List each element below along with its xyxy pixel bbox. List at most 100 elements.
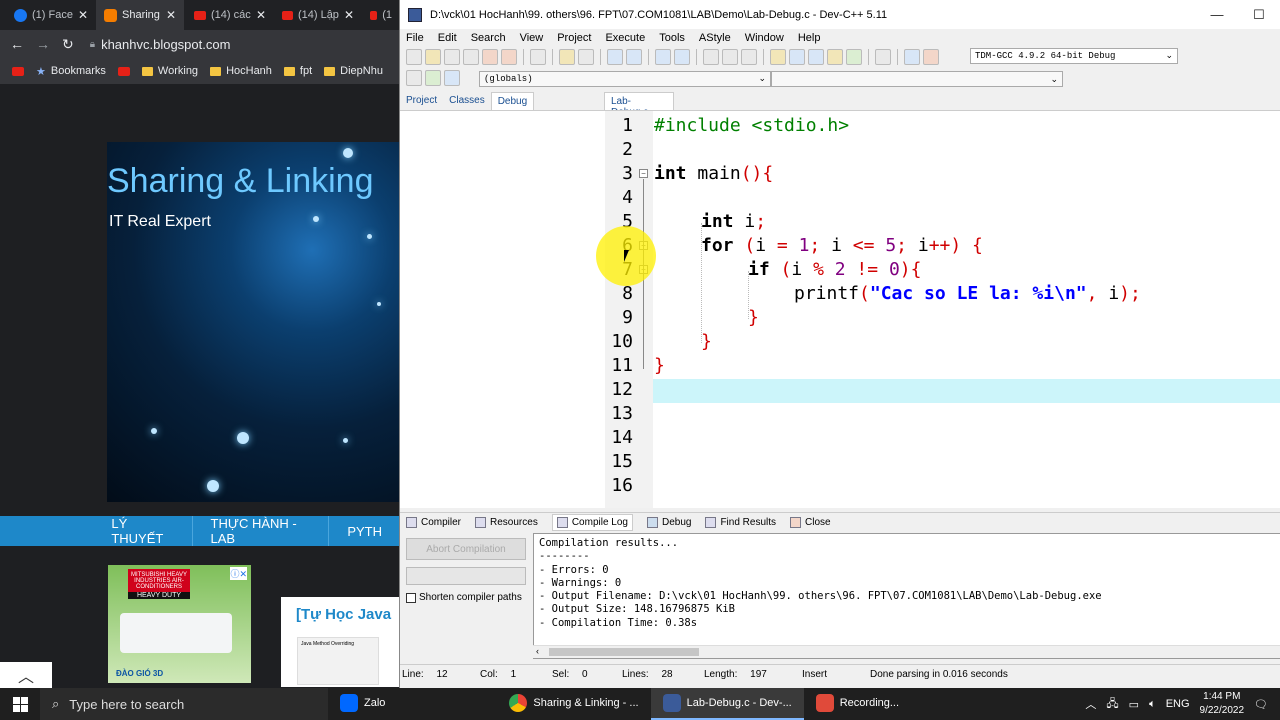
menu-project[interactable]: Project bbox=[557, 32, 591, 44]
scrollbar-thumb[interactable] bbox=[549, 648, 699, 656]
menu-help[interactable]: Help bbox=[798, 32, 821, 44]
insert-icon[interactable] bbox=[406, 70, 422, 86]
network-icon[interactable]: 🖧︎ bbox=[1106, 695, 1118, 714]
goto-line-icon[interactable] bbox=[655, 49, 671, 65]
battery-icon[interactable]: ▭ bbox=[1129, 698, 1139, 711]
browser-tab-facebook[interactable]: (1) Face ✕ bbox=[6, 0, 96, 30]
project-new-icon[interactable] bbox=[703, 49, 719, 65]
ad-close-icon[interactable]: ⓘ✕ bbox=[230, 567, 247, 580]
browser-tab-youtube-3[interactable]: (1 bbox=[362, 0, 400, 30]
new-file-icon[interactable] bbox=[406, 49, 422, 65]
reload-icon[interactable]: ↻ bbox=[62, 36, 74, 53]
language-indicator[interactable]: ENG bbox=[1166, 698, 1190, 710]
compile-icon[interactable] bbox=[770, 49, 786, 65]
nav-ly-thuyet[interactable]: LÝ THUYẾT bbox=[93, 516, 193, 546]
syntax-check-icon[interactable] bbox=[846, 49, 862, 65]
compile-run-icon[interactable] bbox=[808, 49, 824, 65]
menu-execute[interactable]: Execute bbox=[605, 32, 645, 44]
close-tab-icon[interactable]: ✕ bbox=[78, 8, 88, 22]
tab-project[interactable]: Project bbox=[400, 92, 443, 110]
menu-search[interactable]: Search bbox=[471, 32, 506, 44]
members-select[interactable]: ⌄ bbox=[771, 71, 1063, 87]
tray-chevron-up-icon[interactable]: ︿ bbox=[1085, 696, 1096, 712]
tab-close[interactable]: Close bbox=[790, 517, 831, 528]
taskbar-app-devcpp[interactable]: Lab-Debug.c - Dev-... bbox=[650, 688, 804, 720]
project-options-icon[interactable] bbox=[741, 49, 757, 65]
menu-window[interactable]: Window bbox=[745, 32, 784, 44]
start-button[interactable] bbox=[0, 688, 40, 720]
menu-tools[interactable]: Tools bbox=[659, 32, 685, 44]
scroll-left-icon[interactable]: ‹ bbox=[536, 646, 539, 656]
post-title[interactable]: [Tự Học Java bbox=[296, 606, 391, 623]
tab-debug-bottom[interactable]: Debug bbox=[646, 517, 691, 528]
taskbar-search[interactable]: ⌕ Type here to search bbox=[40, 688, 328, 720]
youtube-icon[interactable] bbox=[117, 66, 130, 76]
nav-thuc-hanh-lab[interactable]: THỰC HÀNH - LAB bbox=[193, 516, 330, 546]
tab-find-results[interactable]: Find Results bbox=[705, 517, 776, 528]
notifications-icon[interactable]: 🗨︎ bbox=[1254, 698, 1268, 711]
tab-compile-log[interactable]: Compile Log bbox=[551, 514, 633, 531]
tab-debug[interactable]: Debug bbox=[490, 92, 535, 110]
bookmark-fpt[interactable]: fpt bbox=[283, 65, 312, 77]
scroll-up-button[interactable]: ︿ bbox=[0, 662, 52, 688]
tab-compiler[interactable]: Compiler bbox=[406, 517, 461, 528]
browser-tab-youtube-1[interactable]: (14) các ✕ bbox=[186, 0, 274, 30]
debug-watch-panel[interactable] bbox=[400, 110, 605, 508]
scope-select[interactable]: (globals) ⌄ bbox=[479, 71, 771, 87]
menu-file[interactable]: File bbox=[406, 32, 424, 44]
save-all-icon[interactable] bbox=[463, 49, 479, 65]
debug-icon[interactable] bbox=[923, 49, 939, 65]
profile-icon[interactable] bbox=[904, 49, 920, 65]
log-horizontal-scrollbar[interactable]: ‹ bbox=[533, 645, 1280, 658]
volume-icon[interactable]: 🔈︎ bbox=[1149, 698, 1156, 711]
fold-toggle-icon[interactable]: − bbox=[639, 169, 648, 178]
code-editor[interactable]: 12345678910111213141516 − − − #include <… bbox=[605, 110, 1280, 508]
taskbar-app-chrome[interactable]: Sharing & Linking - ... bbox=[497, 688, 650, 720]
compiler-select[interactable]: TDM-GCC 4.9.2 64-bit Debug ⌄ bbox=[970, 48, 1178, 64]
minimize-icon[interactable]: — bbox=[1196, 7, 1238, 22]
advertisement[interactable]: MITSUBISHI HEAVY INDUSTRIES AIR-CONDITIO… bbox=[108, 565, 251, 683]
clock[interactable]: 1:44 PM 9/22/2022 bbox=[1200, 690, 1245, 718]
run-icon[interactable] bbox=[789, 49, 805, 65]
browser-tab-youtube-2[interactable]: (14) Lập ✕ bbox=[274, 0, 362, 30]
toggle-bookmark-icon[interactable] bbox=[425, 70, 441, 86]
taskbar-app-recording[interactable]: Recording... bbox=[804, 688, 911, 720]
close-tab-icon[interactable]: ✕ bbox=[256, 8, 266, 22]
close-file-icon[interactable] bbox=[482, 49, 498, 65]
menu-astyle[interactable]: AStyle bbox=[699, 32, 731, 44]
goto-bookmark-icon[interactable] bbox=[444, 70, 460, 86]
blog-title[interactable]: Sharing & Linking bbox=[107, 162, 374, 201]
nav-python[interactable]: PYTH bbox=[329, 516, 400, 546]
close-tab-icon[interactable]: ✕ bbox=[344, 8, 354, 22]
menu-view[interactable]: View bbox=[520, 32, 544, 44]
browser-tab-sharing[interactable]: Sharing ✕ bbox=[96, 0, 184, 30]
redo-icon[interactable] bbox=[578, 49, 594, 65]
close-all-icon[interactable] bbox=[501, 49, 517, 65]
maximize-icon[interactable]: ☐ bbox=[1238, 7, 1280, 23]
undo-icon[interactable] bbox=[559, 49, 575, 65]
bookmark-icon[interactable] bbox=[674, 49, 690, 65]
youtube-icon[interactable] bbox=[12, 66, 24, 76]
shorten-paths-checkbox[interactable] bbox=[406, 592, 416, 603]
bookmark-working[interactable]: Working bbox=[141, 65, 198, 77]
tab-resources[interactable]: Resources bbox=[475, 517, 538, 528]
print-icon[interactable] bbox=[530, 49, 546, 65]
menu-edit[interactable]: Edit bbox=[438, 32, 457, 44]
save-icon[interactable] bbox=[444, 49, 460, 65]
find-icon[interactable] bbox=[607, 49, 623, 65]
close-tab-icon[interactable]: ✕ bbox=[166, 8, 176, 22]
shorten-paths-option[interactable]: Shorten compiler paths bbox=[406, 592, 522, 603]
replace-icon[interactable] bbox=[626, 49, 642, 65]
bookmark-hochanh[interactable]: HocHanh bbox=[210, 65, 272, 77]
open-file-icon[interactable] bbox=[425, 49, 441, 65]
address-bar[interactable]: 🔒︎ khanhvc.blogspot.com bbox=[90, 37, 231, 52]
back-icon[interactable]: ← bbox=[10, 36, 24, 52]
project-add-icon[interactable] bbox=[722, 49, 738, 65]
taskbar-app-zalo[interactable]: Zalo bbox=[328, 688, 397, 720]
rebuild-icon[interactable] bbox=[827, 49, 843, 65]
editor-tab-lab-debug[interactable]: Lab-Debug.c bbox=[604, 92, 674, 118]
stop-icon[interactable] bbox=[875, 49, 891, 65]
compile-log-output[interactable]: Compilation results... -------- - Errors: … bbox=[533, 533, 1280, 659]
tab-classes[interactable]: Classes bbox=[443, 92, 491, 110]
abort-compilation-button[interactable]: Abort Compilation bbox=[406, 538, 526, 560]
